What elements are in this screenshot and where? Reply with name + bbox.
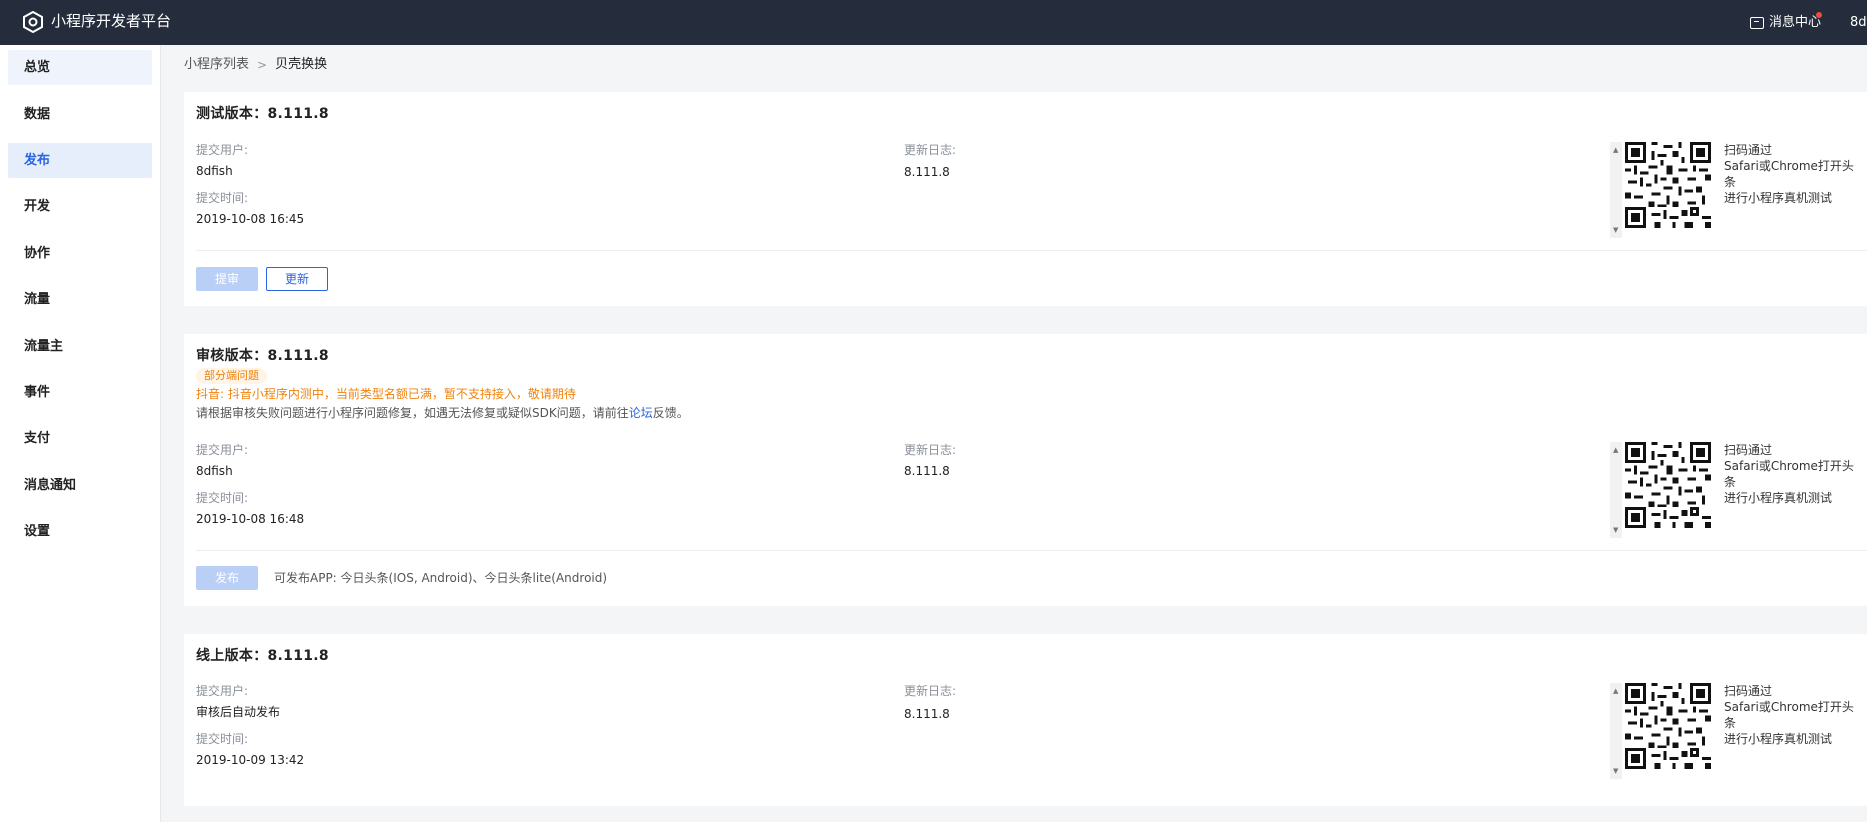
submit-user-value: 8dfish xyxy=(196,464,233,478)
qr-code-image xyxy=(1625,683,1711,769)
forum-link[interactable]: 论坛 xyxy=(629,406,653,420)
message-center-label: 消息中心 xyxy=(1769,15,1822,30)
qr-hint-line: Safari或Chrome打开头 xyxy=(1724,159,1854,173)
unread-dot xyxy=(1816,12,1822,18)
review-version-card: 审核版本：8.111.8 部分端问题 抖音: 抖音小程序内测中，当前类型名额已满… xyxy=(184,334,1867,606)
sidebar: 总览 数据 发布 开发 协作 流量 流量主 事件 支付 消息通知 设置 xyxy=(0,45,161,822)
user-menu[interactable]: 8dfish xyxy=(1850,13,1867,33)
qr-hint-line: Safari或Chrome打开头 xyxy=(1724,459,1854,473)
test-version-card: 测试版本：8.111.8 提交用户: 8dfish 提交时间: 2019-10-… xyxy=(184,92,1867,306)
qr-hint-line: 进行小程序真机测试 xyxy=(1724,191,1833,205)
qr-hint-line: 扫码通过 xyxy=(1724,143,1773,157)
submit-time-label: 提交时间: xyxy=(196,491,249,505)
qr-code-image xyxy=(1625,142,1711,228)
online-version-card: 线上版本：8.111.8 提交用户: 审核后自动发布 提交时间: 2019-10… xyxy=(184,634,1867,806)
info-message-text: 请根据审核失败问题进行小程序问题修复，如遇无法修复或疑似SDK问题，请前往 xyxy=(196,406,629,420)
status-badge: 部分端问题 xyxy=(196,368,267,384)
submit-time-label: 提交时间: xyxy=(196,191,249,205)
qr-hint-line: 进行小程序真机测试 xyxy=(1724,491,1833,505)
qr-hint-line: 条 xyxy=(1724,716,1737,730)
qr-scrollbar[interactable]: ▲ ▼ xyxy=(1610,442,1622,538)
app-title[interactable]: 小程序开发者平台 xyxy=(51,11,171,31)
qr-scrollbar[interactable]: ▲ ▼ xyxy=(1610,142,1622,238)
info-message: 请根据审核失败问题进行小程序问题修复，如遇无法修复或疑似SDK问题，请前往论坛反… xyxy=(196,405,689,421)
submit-time-value: 2019-10-08 16:48 xyxy=(196,512,305,526)
review-version-title: 审核版本：8.111.8 xyxy=(196,348,329,364)
qr-hint-text: 扫码通过 Safari或Chrome打开头 条 进行小程序真机测试 xyxy=(1724,442,1854,506)
qr-code-icon xyxy=(1625,142,1711,228)
submit-time-label: 提交时间: xyxy=(196,732,249,746)
submit-review-button[interactable]: 提审 xyxy=(196,267,258,291)
sidebar-item-traffic[interactable]: 流量 xyxy=(8,282,152,317)
update-log-value: 8.111.8 xyxy=(904,165,950,179)
qr-hint-text: 扫码通过 Safari或Chrome打开头 条 进行小程序真机测试 xyxy=(1724,142,1854,206)
qr-code-panel: ▲ ▼ xyxy=(1610,142,1711,238)
qr-code-panel: ▲ ▼ xyxy=(1610,442,1711,538)
breadcrumb-current: 贝壳换换 xyxy=(275,57,328,72)
submit-user-label: 提交用户: xyxy=(196,443,249,457)
sidebar-item-notifications[interactable]: 消息通知 xyxy=(8,468,152,503)
update-log-value: 8.111.8 xyxy=(904,707,950,721)
divider xyxy=(196,250,1867,251)
qr-code-icon xyxy=(1625,442,1711,528)
qr-hint-line: 扫码通过 xyxy=(1724,443,1773,457)
sidebar-item-overview[interactable]: 总览 xyxy=(8,50,152,85)
update-log-value: 8.111.8 xyxy=(904,464,950,478)
submit-user-label: 提交用户: xyxy=(196,684,249,698)
submit-user-value: 8dfish xyxy=(196,164,233,178)
info-message-text-end: 反馈。 xyxy=(652,406,689,420)
platform-logo-icon[interactable] xyxy=(22,11,44,33)
publish-button[interactable]: 发布 xyxy=(196,566,258,590)
breadcrumb-parent-link[interactable]: 小程序列表 xyxy=(184,56,249,74)
sidebar-item-traffic-owner[interactable]: 流量主 xyxy=(8,329,152,364)
submit-time-value: 2019-10-09 13:42 xyxy=(196,753,305,767)
qr-hint-line: 扫码通过 xyxy=(1724,684,1773,698)
message-icon xyxy=(1750,17,1764,29)
warning-message: 抖音: 抖音小程序内测中，当前类型名额已满，暂不支持接入，敬请期待 xyxy=(196,387,576,401)
submit-time-value: 2019-10-08 16:45 xyxy=(196,212,305,226)
qr-code-icon xyxy=(1625,683,1711,769)
qr-hint-line: 条 xyxy=(1724,175,1737,189)
qr-code-panel: ▲ ▼ xyxy=(1610,683,1711,779)
qr-hint-line: 条 xyxy=(1724,475,1737,489)
sidebar-item-settings[interactable]: 设置 xyxy=(8,514,152,549)
sidebar-item-events[interactable]: 事件 xyxy=(8,375,152,410)
online-version-title: 线上版本：8.111.8 xyxy=(196,648,329,664)
update-log-label: 更新日志: xyxy=(904,143,957,157)
qr-code-image xyxy=(1625,442,1711,528)
sidebar-item-publish[interactable]: 发布 xyxy=(8,143,152,178)
sidebar-item-collaborate[interactable]: 协作 xyxy=(8,236,152,271)
publish-apps-note: 可发布APP: 今日头条(IOS, Android)、今日头条lite(Andr… xyxy=(274,571,608,585)
breadcrumb-separator: > xyxy=(257,58,268,72)
qr-hint-text: 扫码通过 Safari或Chrome打开头 条 进行小程序真机测试 xyxy=(1724,683,1854,747)
top-bar: 小程序开发者平台 消息中心 8dfish xyxy=(0,0,1867,45)
message-center-link[interactable]: 消息中心 xyxy=(1750,13,1821,33)
qr-hint-line: 进行小程序真机测试 xyxy=(1724,732,1833,746)
update-log-label: 更新日志: xyxy=(904,684,957,698)
qr-hint-line: Safari或Chrome打开头 xyxy=(1724,700,1854,714)
divider xyxy=(196,550,1867,551)
qr-scrollbar[interactable]: ▲ ▼ xyxy=(1610,683,1622,779)
breadcrumb: 小程序列表 > 贝壳换换 xyxy=(184,56,327,74)
update-log-label: 更新日志: xyxy=(904,443,957,457)
test-version-title: 测试版本：8.111.8 xyxy=(196,106,329,122)
update-button[interactable]: 更新 xyxy=(266,267,328,291)
sidebar-item-develop[interactable]: 开发 xyxy=(8,189,152,224)
sidebar-item-payment[interactable]: 支付 xyxy=(8,421,152,456)
submit-user-label: 提交用户: xyxy=(196,143,249,157)
submit-user-value: 审核后自动发布 xyxy=(196,705,281,719)
sidebar-item-data[interactable]: 数据 xyxy=(8,97,152,132)
